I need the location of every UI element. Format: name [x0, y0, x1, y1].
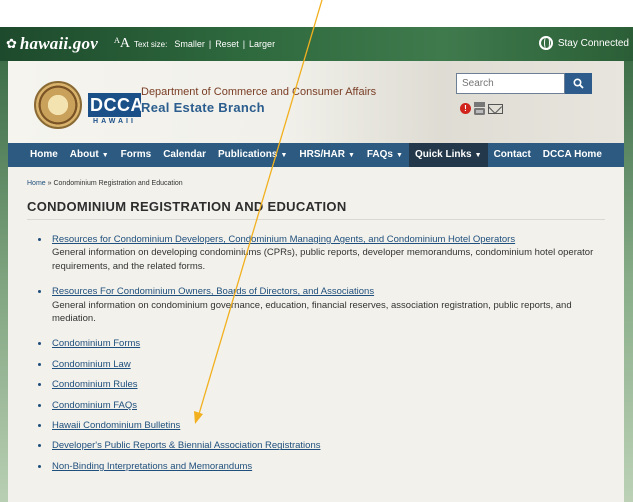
breadcrumb: Home » Condominium Registration and Educ…	[27, 180, 183, 187]
condominium-law-link[interactable]: Condominium Law	[52, 359, 131, 370]
department-name: Department of Commerce and Consumer Affa…	[141, 86, 377, 98]
text-larger-link[interactable]: Larger	[249, 39, 275, 49]
flower-icon: ✿	[6, 36, 17, 51]
social-icons: !	[460, 102, 503, 115]
list-item: Condominium Forms	[38, 337, 612, 350]
globe-icon	[538, 36, 553, 50]
nav-calendar[interactable]: Calendar	[157, 143, 212, 167]
resource-list: Resources for Condominium Developers, Co…	[38, 233, 612, 473]
list-item: Condominium Rules	[38, 378, 612, 391]
search-input[interactable]	[456, 73, 565, 94]
public-reports-link[interactable]: Developer's Public Reports & Biennial As…	[52, 440, 320, 451]
dcca-logo-subtext: HAWAII	[93, 118, 136, 125]
chevron-down-icon: ▼	[474, 152, 482, 159]
chevron-down-icon: ▼	[347, 152, 355, 159]
nav-forms[interactable]: Forms	[115, 143, 158, 167]
search-button[interactable]	[565, 73, 592, 94]
state-seal-logo[interactable]	[34, 81, 82, 129]
condominium-faqs-link[interactable]: Condominium FAQs	[52, 400, 137, 411]
nav-quick-links[interactable]: Quick Links ▼	[408, 143, 488, 167]
list-item: Non-Binding Interpretations and Memorand…	[38, 460, 612, 473]
title-divider	[27, 219, 605, 220]
nav-publications[interactable]: Publications ▼	[212, 143, 293, 167]
nav-about[interactable]: About ▼	[64, 143, 115, 167]
main-nav: Home About ▼ Forms Calendar Publications ▼…	[8, 143, 624, 167]
condominium-bulletins-link[interactable]: Hawaii Condominium Bulletins	[52, 420, 180, 431]
condominium-forms-link[interactable]: Condominium Forms	[52, 338, 140, 349]
interpretations-link[interactable]: Non-Binding Interpretations and Memorand…	[52, 461, 252, 472]
nav-home[interactable]: Home	[24, 143, 64, 167]
nav-dcca-home[interactable]: DCCA Home	[537, 143, 608, 167]
list-item-description: General information on developing condom…	[52, 247, 594, 272]
stay-connected-link[interactable]: Stay Connected	[538, 36, 629, 50]
page-title: CONDOMINIUM REGISTRATION AND EDUCATION	[27, 199, 347, 214]
developers-resources-link[interactable]: Resources for Condominium Developers, Co…	[52, 234, 515, 245]
left-background	[0, 61, 8, 502]
youtube-icon[interactable]	[474, 102, 485, 115]
list-item: Condominium Law	[38, 358, 612, 371]
branch-name: Real Estate Branch	[141, 100, 265, 115]
site-name: hawaii.gov	[19, 34, 98, 53]
chevron-down-icon: ▼	[280, 152, 288, 159]
hawaii-gov-logo[interactable]: ✿ hawaii.gov	[6, 34, 98, 54]
condominium-rules-link[interactable]: Condominium Rules	[52, 379, 138, 390]
stay-connected-label: Stay Connected	[557, 37, 629, 49]
chevron-down-icon: ▼	[101, 152, 109, 159]
list-item: Developer's Public Reports & Biennial As…	[38, 439, 612, 452]
breadcrumb-current: Condominium Registration and Education	[53, 180, 183, 187]
breadcrumb-home-link[interactable]: Home	[27, 180, 46, 187]
dcca-logo-text: DCCA	[88, 93, 144, 117]
search-box	[456, 73, 592, 94]
main-content: Home » Condominium Registration and Educ…	[8, 167, 624, 502]
list-item: Resources for Condominium Developers, Co…	[38, 233, 612, 273]
text-size-label: Text size:	[133, 39, 168, 49]
text-size-controls: ᴬA Text size: Smaller | Reset | Larger	[113, 36, 276, 51]
top-bar: ✿ hawaii.gov ᴬA Text size: Smaller | Res…	[0, 27, 633, 61]
nav-faqs[interactable]: FAQs ▼	[361, 143, 409, 167]
mail-icon[interactable]	[488, 103, 503, 114]
right-background	[624, 61, 633, 502]
text-smaller-link[interactable]: Smaller	[174, 39, 205, 49]
list-item: Condominium FAQs	[38, 399, 612, 412]
chevron-down-icon: ▼	[396, 152, 403, 159]
site-header: DCCA HAWAII Department of Commerce and C…	[8, 61, 624, 143]
dcca-logo[interactable]: DCCA HAWAII	[88, 93, 144, 125]
nav-contact[interactable]: Contact	[488, 143, 537, 167]
alert-icon[interactable]: !	[460, 103, 471, 114]
nav-hrs-har[interactable]: HRS/HAR ▼	[293, 143, 361, 167]
text-size-icon: ᴬA	[113, 36, 130, 51]
search-icon	[573, 78, 584, 89]
text-reset-link[interactable]: Reset	[215, 39, 239, 49]
list-item: Hawaii Condominium Bulletins	[38, 419, 612, 432]
list-item-description: General information on condominium gover…	[52, 299, 572, 325]
list-item: Resources For Condominium Owners, Boards…	[38, 285, 612, 325]
owners-resources-link[interactable]: Resources For Condominium Owners, Boards…	[52, 286, 374, 297]
